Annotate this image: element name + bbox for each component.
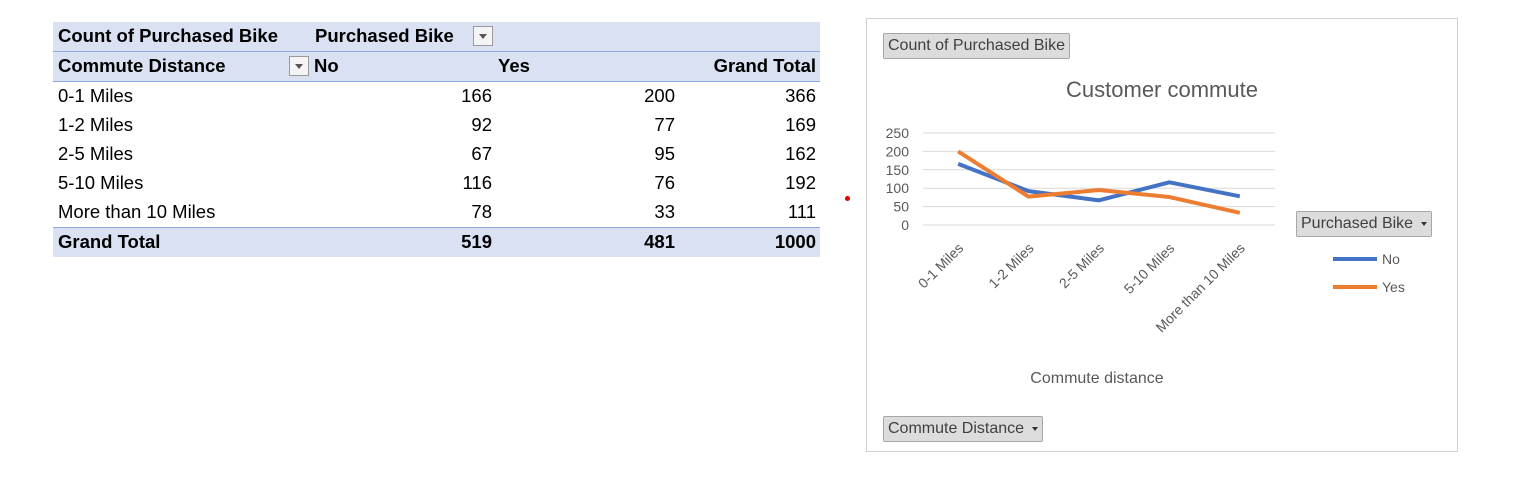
selection-marker-dot [845, 196, 850, 201]
pivot-column-field-label[interactable]: Purchased Bike [315, 25, 454, 47]
pivot-data-row: 2-5 Miles 67 95 162 [53, 140, 820, 169]
row-label[interactable]: 1-2 Miles [58, 114, 133, 136]
grand-total-yes: 481 [644, 231, 675, 252]
cell-no[interactable]: 67 [471, 143, 492, 165]
y-tick-label: 250 [886, 125, 910, 141]
pivot-grand-total-row: Grand Total 519 481 1000 [53, 227, 820, 257]
chevron-down-icon [1421, 221, 1428, 226]
column-filter-dropdown-icon[interactable] [473, 26, 493, 46]
legend-label: Yes [1382, 279, 1405, 295]
row-label[interactable]: 0-1 Miles [58, 85, 133, 107]
cell-yes[interactable]: 33 [654, 201, 675, 223]
x-tick-label: 5-10 Miles [1121, 240, 1178, 297]
cell-yes[interactable]: 95 [654, 143, 675, 165]
row-label[interactable]: 5-10 Miles [58, 172, 143, 194]
y-tick-label: 200 [886, 143, 910, 159]
axis-field-button-label: Commute Distance [888, 420, 1025, 437]
row-label[interactable]: 2-5 Miles [58, 143, 133, 165]
legend-label: No [1382, 251, 1400, 267]
y-tick-label: 150 [886, 162, 910, 178]
chevron-down-icon [1032, 426, 1039, 431]
pivot-col-header-no[interactable]: No [314, 55, 339, 77]
pivot-chart[interactable]: Customer commute 0 50 100 150 200 250 0-1 Mil… [866, 18, 1458, 452]
cell-no[interactable]: 116 [463, 172, 493, 194]
legend-item[interactable]: Yes [1333, 273, 1405, 301]
legend-field-button-label: Purchased Bike [1301, 215, 1414, 232]
pivot-col-header-total: Grand Total [713, 55, 816, 76]
pivot-header-row-1: Count of Purchased Bike Purchased Bike [53, 22, 820, 52]
values-field-button[interactable]: Count of Purchased Bike [883, 33, 1070, 59]
y-tick-label: 0 [901, 217, 909, 233]
legend-swatch [1333, 257, 1377, 261]
cell-yes[interactable]: 76 [654, 172, 675, 194]
grand-total-label: Grand Total [58, 231, 161, 252]
legend-item[interactable]: No [1333, 245, 1405, 273]
pivot-col-header-yes[interactable]: Yes [498, 55, 530, 77]
values-field-button-label: Count of Purchased Bike [888, 37, 1065, 54]
grand-total-no: 519 [461, 231, 492, 252]
legend-field-button[interactable]: Purchased Bike [1296, 211, 1433, 237]
pivot-header-row-2: Commute Distance No Yes Grand Total [53, 52, 820, 82]
pivot-row-field-label[interactable]: Commute Distance [58, 55, 226, 77]
cell-total[interactable]: 366 [785, 85, 816, 107]
cell-yes[interactable]: 77 [654, 114, 675, 136]
row-label[interactable]: More than 10 Miles [58, 201, 215, 223]
cell-no[interactable]: 78 [471, 201, 492, 223]
cell-total[interactable]: 169 [785, 114, 816, 136]
x-tick-label: 2-5 Miles [1056, 240, 1107, 291]
cell-total[interactable]: 111 [788, 201, 816, 223]
chart-title[interactable]: Customer commute [1066, 77, 1258, 102]
pivot-table: Count of Purchased Bike Purchased Bike C… [53, 22, 820, 257]
y-tick-label: 50 [893, 199, 909, 215]
row-filter-dropdown-icon[interactable] [289, 56, 309, 76]
cell-yes[interactable]: 200 [644, 85, 675, 107]
pivot-data-row: 5-10 Miles 116 76 192 [53, 169, 820, 198]
pivot-data-row: More than 10 Miles 78 33 111 [53, 198, 820, 227]
x-tick-label: 0-1 Miles [915, 240, 966, 291]
chart-legend[interactable]: No Yes [1333, 245, 1405, 301]
x-axis-title[interactable]: Commute distance [1030, 370, 1163, 387]
grand-total-total: 1000 [774, 231, 816, 252]
pivot-data-row: 1-2 Miles 92 77 169 [53, 111, 820, 140]
pivot-values-label[interactable]: Count of Purchased Bike [58, 25, 278, 47]
cell-total[interactable]: 192 [785, 172, 816, 194]
x-tick-label: 1-2 Miles [985, 240, 1036, 291]
cell-no[interactable]: 166 [461, 85, 492, 107]
axis-field-button[interactable]: Commute Distance [883, 416, 1044, 442]
legend-swatch [1333, 285, 1377, 289]
pivot-data-row: 0-1 Miles 166 200 366 [53, 82, 820, 111]
y-tick-label: 100 [886, 180, 910, 196]
cell-no[interactable]: 92 [471, 114, 492, 136]
cell-total[interactable]: 162 [785, 143, 816, 165]
